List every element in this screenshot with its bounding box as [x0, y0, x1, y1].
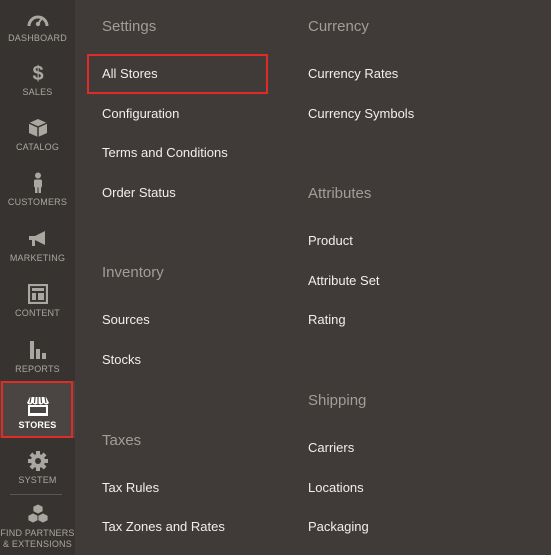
stores-flyout-panel: Settings All Stores Configuration Terms …	[75, 0, 551, 555]
sidebar-item-label: CUSTOMERS	[7, 197, 68, 207]
sidebar-item-catalog[interactable]: CATALOG	[0, 115, 75, 171]
sidebar-divider	[10, 494, 62, 495]
sidebar-item-system[interactable]: SYSTEM	[0, 448, 75, 504]
link-packaging[interactable]: Packaging	[308, 519, 369, 534]
sidebar-item-label-line2: & EXTENSIONS	[3, 539, 72, 549]
person-icon	[25, 170, 51, 196]
link-configuration[interactable]: Configuration	[102, 106, 179, 121]
link-product[interactable]: Product	[308, 233, 353, 248]
link-tax-zones-and-rates[interactable]: Tax Zones and Rates	[102, 519, 225, 534]
sidebar-item-content[interactable]: CONTENT	[0, 281, 75, 337]
section-title-settings: Settings	[102, 18, 157, 35]
section-title-inventory: Inventory	[102, 264, 164, 281]
section-title-currency: Currency	[308, 18, 369, 35]
sidebar-item-label: FIND PARTNERS	[0, 528, 75, 538]
sidebar-item-customers[interactable]: CUSTOMERS	[0, 170, 75, 226]
sidebar-item-label: CATALOG	[15, 142, 60, 152]
admin-app: DASHBOARD $ SALES CATALOG CUSTOMERS MARK…	[0, 0, 551, 555]
sidebar-item-marketing[interactable]: MARKETING	[0, 226, 75, 282]
link-rating[interactable]: Rating	[308, 312, 346, 327]
link-terms-and-conditions[interactable]: Terms and Conditions	[102, 145, 228, 160]
link-carriers[interactable]: Carriers	[308, 440, 354, 455]
layout-icon	[25, 281, 51, 307]
sidebar-item-label: SYSTEM	[18, 475, 57, 485]
sidebar-item-label: REPORTS	[15, 364, 60, 374]
svg-text:$: $	[32, 63, 43, 84]
dollar-icon: $	[25, 60, 51, 86]
link-all-stores[interactable]: All Stores	[102, 66, 158, 81]
admin-sidebar: DASHBOARD $ SALES CATALOG CUSTOMERS MARK…	[0, 0, 75, 555]
sidebar-item-label: CONTENT	[15, 308, 60, 318]
gear-icon	[25, 448, 51, 474]
link-order-status[interactable]: Order Status	[102, 185, 176, 200]
section-title-taxes: Taxes	[102, 432, 142, 449]
sidebar-item-stores[interactable]: STORES	[0, 381, 75, 438]
dashboard-icon	[25, 6, 51, 32]
link-locations[interactable]: Locations	[308, 480, 364, 495]
sidebar-item-find-partners[interactable]: FIND PARTNERS & EXTENSIONS	[0, 501, 75, 555]
link-currency-rates[interactable]: Currency Rates	[308, 66, 398, 81]
sidebar-item-sales[interactable]: $ SALES	[0, 60, 75, 116]
link-stocks[interactable]: Stocks	[102, 352, 141, 367]
link-attribute-set[interactable]: Attribute Set	[308, 273, 380, 288]
megaphone-icon	[25, 226, 51, 252]
storefront-icon	[25, 393, 51, 419]
sidebar-item-label: MARKETING	[9, 253, 66, 263]
link-tax-rules[interactable]: Tax Rules	[102, 480, 159, 495]
sidebar-item-label: SALES	[22, 87, 53, 97]
cubes-icon	[25, 501, 51, 527]
link-sources[interactable]: Sources	[102, 312, 150, 327]
box-icon	[25, 115, 51, 141]
sidebar-item-label: STORES	[18, 420, 57, 430]
section-title-attributes: Attributes	[308, 185, 372, 202]
section-title-shipping: Shipping	[308, 392, 367, 409]
bar-chart-icon	[25, 337, 51, 363]
link-currency-symbols[interactable]: Currency Symbols	[308, 106, 414, 121]
sidebar-item-dashboard[interactable]: DASHBOARD	[0, 6, 75, 62]
sidebar-item-label: DASHBOARD	[8, 33, 67, 43]
